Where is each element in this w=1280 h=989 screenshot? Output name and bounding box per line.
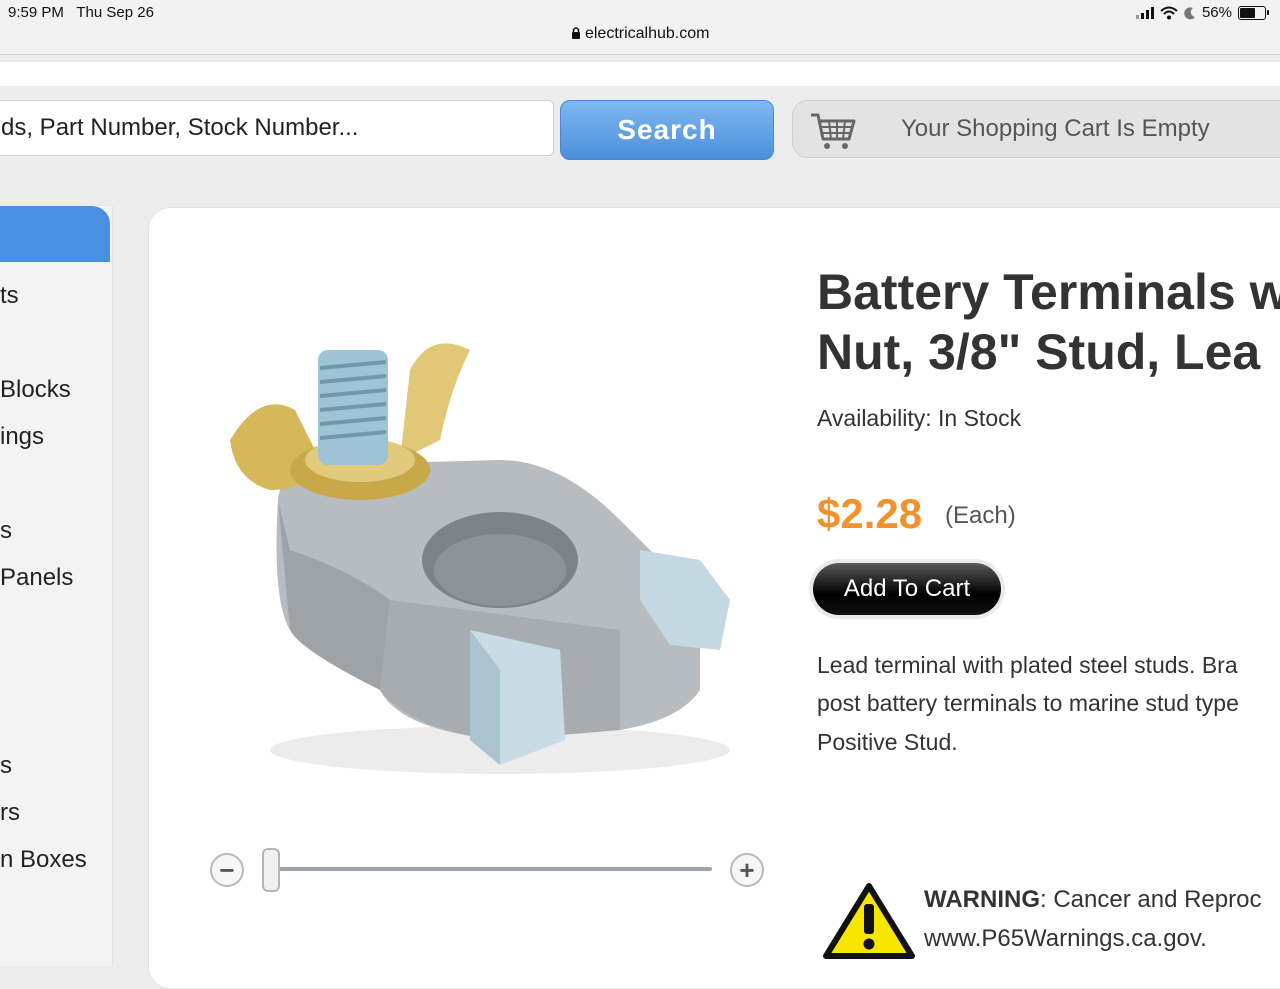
- battery-icon: [1238, 5, 1269, 20]
- product-image: [230, 343, 730, 774]
- sidebar-item[interactable]: ings: [0, 423, 44, 451]
- status-time: 9:59 PM Thu Sep 26: [8, 4, 154, 21]
- address-bar[interactable]: electricalhub.com: [0, 25, 1280, 43]
- sidebar-item[interactable]: Panels: [0, 564, 73, 592]
- zoom-slider-handle[interactable]: [262, 848, 280, 892]
- sidebar-item[interactable]: n Boxes: [0, 846, 87, 874]
- zoom-in-button[interactable]: +: [730, 853, 764, 887]
- shopping-cart-icon: [811, 113, 856, 149]
- warning-message: : Cancer and Reproc: [1040, 886, 1262, 913]
- product-price: $2.28: [817, 490, 923, 537]
- signal-icon: [1135, 6, 1154, 19]
- warning-label: WARNING: [924, 886, 1040, 913]
- sidebar-item[interactable]: rs: [0, 799, 20, 827]
- product-description-line: Lead terminal with plated steel studs. B…: [817, 652, 1238, 678]
- warning-text: WARNING: Cancer and Reproc: [924, 886, 1261, 914]
- product-title-line: Battery Terminals w: [817, 264, 1280, 320]
- product-description-line: Positive Stud.: [817, 729, 958, 755]
- price-unit: (Each): [945, 502, 1016, 529]
- warning-link[interactable]: www.P65Warnings.ca.gov.: [924, 925, 1207, 953]
- product-title-line: Nut, 3/8" Stud, Lea: [817, 324, 1261, 380]
- product-title: Battery Terminals w Nut, 3/8" Stud, Lea: [817, 262, 1280, 382]
- search-input[interactable]: [0, 100, 554, 156]
- status-date-text: Thu Sep 26: [76, 4, 154, 21]
- lock-icon: [571, 27, 580, 39]
- sidebar-item[interactable]: s: [0, 752, 12, 780]
- sidebar-item[interactable]: ts: [0, 282, 19, 310]
- sidebar-item[interactable]: s: [0, 517, 12, 545]
- product-description-line: post battery terminals to marine stud ty…: [817, 690, 1239, 716]
- status-bar: 9:59 PM Thu Sep 26 electricalhub.com 56%: [0, 0, 1280, 55]
- cart-status-text: Your Shopping Cart Is Empty: [901, 115, 1210, 142]
- sidebar-item[interactable]: Blocks: [0, 376, 71, 404]
- warning-triangle-icon: [823, 883, 915, 959]
- search-button[interactable]: Search: [560, 100, 774, 160]
- wifi-icon: [1160, 6, 1178, 19]
- url-text: electricalhub.com: [584, 25, 710, 42]
- add-to-cart-button[interactable]: Add To Cart: [813, 563, 1001, 615]
- page-top-strip: [0, 62, 1280, 86]
- zoom-out-button[interactable]: −: [210, 853, 244, 887]
- zoom-slider-track[interactable]: [270, 867, 712, 871]
- status-indicators: 56%: [1135, 4, 1269, 21]
- battery-percent: 56%: [1201, 4, 1232, 21]
- status-time-text: 9:59 PM: [8, 4, 64, 21]
- availability-text: Availability: In Stock: [817, 405, 1022, 431]
- shopping-cart-box[interactable]: Your Shopping Cart Is Empty: [792, 100, 1280, 158]
- sidebar-header: [0, 206, 110, 262]
- moon-icon: [1184, 6, 1195, 19]
